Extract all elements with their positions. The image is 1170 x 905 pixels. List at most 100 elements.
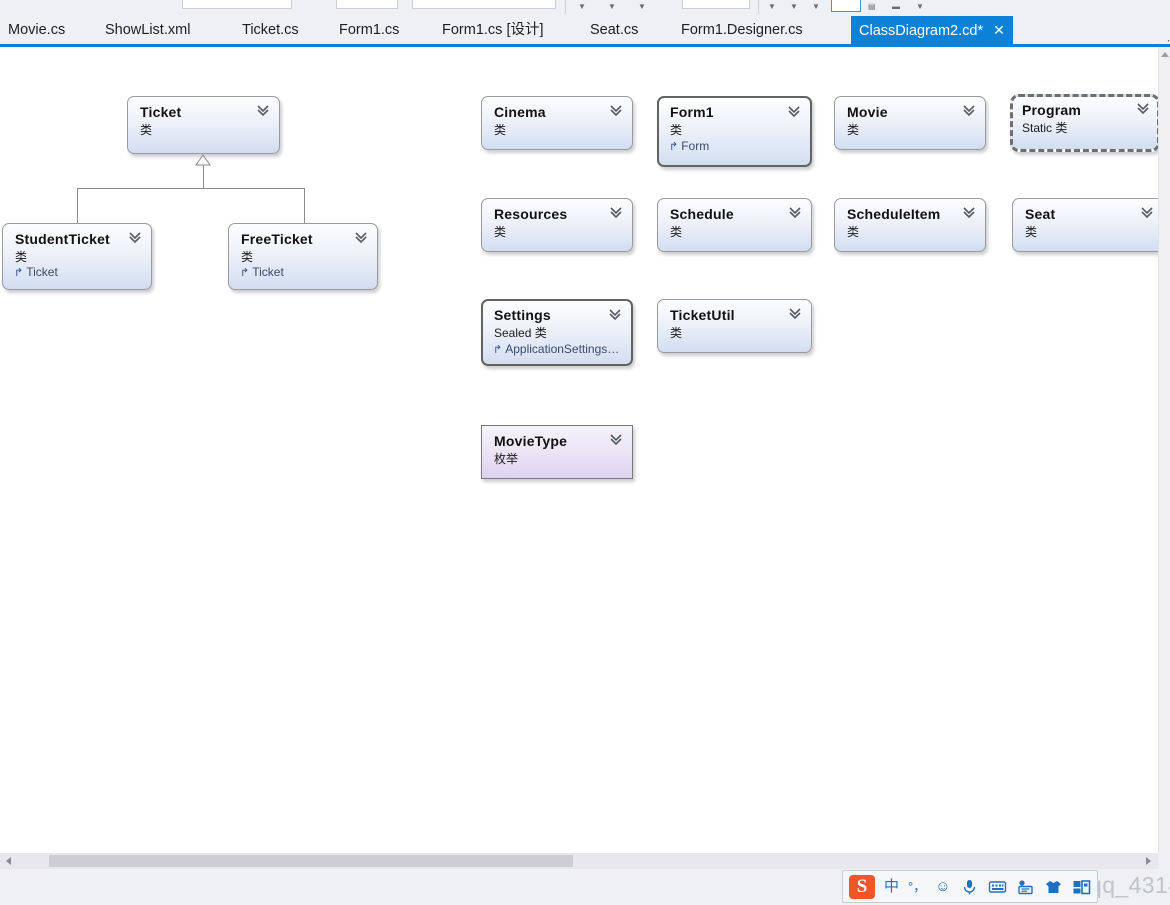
tab-form1-cs[interactable]: Form1.cs — [331, 16, 407, 44]
class-base-type: ↱ ApplicationSettings… — [493, 342, 619, 356]
inheritance-triangle-icon — [195, 154, 211, 166]
class-title: ScheduleItem — [847, 206, 941, 222]
chevron-down-icon[interactable] — [788, 205, 802, 219]
chevron-down-icon[interactable] — [787, 104, 801, 118]
chevron-down-icon[interactable] — [788, 306, 802, 320]
canvas-horizontal-scrollbar[interactable] — [0, 853, 1158, 869]
class-shape-freeticket[interactable]: FreeTicket 类 ↱ Ticket — [228, 223, 378, 290]
horizontal-scroll-thumb[interactable] — [49, 855, 573, 867]
class-base-type: ↱ Form — [669, 139, 709, 153]
toolbar-separator-1 — [565, 0, 566, 14]
chevron-down-icon[interactable] — [354, 230, 368, 244]
tab-label: ClassDiagram2.cd* — [859, 23, 984, 39]
scroll-left-icon[interactable] — [6, 857, 11, 865]
toolbar-dropdown-icon-6[interactable]: ▼ — [812, 2, 820, 12]
tab-form1-designer-cs[interactable]: Form1.Designer.cs — [673, 16, 811, 44]
ime-language-mode[interactable]: 中 — [884, 877, 899, 897]
class-title: Form1 — [670, 104, 714, 120]
scroll-right-icon[interactable] — [1146, 857, 1151, 865]
class-shape-movie[interactable]: Movie 类 — [834, 96, 986, 150]
toolbar-dropdown-icon-4[interactable]: ▼ — [768, 2, 776, 12]
toolbar-dropdown-icon-1[interactable]: ▼ — [578, 2, 586, 12]
class-title: StudentTicket — [15, 231, 110, 247]
class-shape-resources[interactable]: Resources 类 — [481, 198, 633, 252]
class-title: Seat — [1025, 206, 1056, 222]
class-shape-settings[interactable]: Settings Sealed 类 ↱ ApplicationSettings… — [481, 299, 633, 366]
toolbar-combo-4[interactable] — [682, 0, 750, 9]
class-shape-scheduleitem[interactable]: ScheduleItem 类 — [834, 198, 986, 252]
chevron-down-icon[interactable] — [962, 103, 976, 117]
class-shape-schedule[interactable]: Schedule 类 — [657, 198, 812, 252]
class-shape-form1[interactable]: Form1 类 ↱ Form — [657, 96, 812, 167]
class-shape-studentticket[interactable]: StudentTicket 类 ↱ Ticket — [2, 223, 152, 290]
scroll-up-icon[interactable] — [1161, 52, 1169, 57]
sogou-logo-icon[interactable]: S — [849, 874, 875, 899]
emoji-icon[interactable]: ☺ — [935, 877, 950, 897]
class-title: Ticket — [140, 104, 182, 120]
class-kind: 类 — [1025, 225, 1038, 239]
toolbar-separator-2 — [758, 0, 759, 14]
tab-movie-cs[interactable]: Movie.cs — [0, 16, 73, 44]
tab-label: Form1.Designer.cs — [681, 22, 803, 38]
toolbar-align-icon[interactable]: ▬ — [892, 2, 900, 12]
enum-shape-movietype[interactable]: MovieType 枚举 — [481, 425, 633, 479]
class-title: FreeTicket — [241, 231, 313, 247]
class-kind: 类 — [241, 250, 254, 264]
toolbar-zoom-field[interactable] — [831, 0, 861, 12]
toolbar-grid-icon[interactable]: ▤ — [868, 2, 876, 12]
toolbar-combo-1[interactable] — [182, 0, 292, 9]
toolbar-dropdown-icon-7[interactable]: ▼ — [916, 2, 924, 12]
enum-kind: 枚举 — [494, 452, 519, 466]
tab-label: Movie.cs — [8, 22, 66, 38]
tab-label: ShowList.xml — [105, 22, 191, 38]
skin-icon[interactable] — [1044, 878, 1063, 896]
class-shape-ticketutil[interactable]: TicketUtil 类 — [657, 299, 812, 353]
class-diagram-canvas[interactable]: Ticket 类 StudentTicket 类 ↱ Ticket FreeTic… — [0, 47, 1158, 853]
chevron-down-icon[interactable] — [609, 432, 623, 446]
class-base-type: ↱ Ticket — [240, 265, 284, 279]
chevron-down-icon[interactable] — [1136, 101, 1150, 115]
chevron-down-icon[interactable] — [609, 103, 623, 117]
chevron-down-icon[interactable] — [256, 103, 270, 117]
toolbar-combo-3[interactable] — [412, 0, 556, 9]
screenshot-icon[interactable] — [1016, 878, 1035, 896]
chevron-down-icon[interactable] — [1140, 205, 1154, 219]
close-icon[interactable]: ✕ — [993, 22, 1005, 38]
class-kind: 类 — [670, 123, 683, 137]
class-kind: 类 — [847, 225, 860, 239]
class-title: Program — [1022, 102, 1081, 118]
canvas-vertical-scrollbar[interactable] — [1158, 47, 1170, 853]
chevron-down-icon[interactable] — [128, 230, 142, 244]
ime-punctuation-mode[interactable]: °， — [908, 877, 926, 897]
class-title: Settings — [494, 307, 551, 323]
tab-seat-cs[interactable]: Seat.cs — [582, 16, 646, 44]
chevron-down-icon[interactable] — [609, 205, 623, 219]
toolbar-dropdown-icon-2[interactable]: ▼ — [608, 2, 616, 12]
keyboard-icon[interactable] — [988, 878, 1007, 896]
tab-form1-cs-design[interactable]: Form1.cs [设计] — [434, 16, 552, 44]
toolbar-combo-2[interactable] — [336, 0, 398, 9]
class-shape-cinema[interactable]: Cinema 类 — [481, 96, 633, 150]
toolbar-dropdown-icon-3[interactable]: ▼ — [638, 2, 646, 12]
toolbox-icon[interactable] — [1072, 878, 1091, 896]
toolbar-dropdown-icon-5[interactable]: ▼ — [790, 2, 798, 12]
tab-classdiagram2-cd[interactable]: ClassDiagram2.cd* ✕ — [851, 16, 1013, 44]
base-type-label: ApplicationSettings… — [505, 342, 620, 356]
tab-ticket-cs[interactable]: Ticket.cs — [234, 16, 307, 44]
mic-icon[interactable] — [960, 878, 979, 896]
enum-title: MovieType — [494, 433, 568, 449]
base-arrow-icon: ↱ — [669, 141, 679, 153]
tab-label: Seat.cs — [590, 22, 639, 38]
class-title: Movie — [847, 104, 888, 120]
class-kind: Static 类 — [1022, 121, 1068, 135]
chevron-down-icon[interactable] — [962, 205, 976, 219]
tab-showlist-xml[interactable]: ShowList.xml — [97, 16, 198, 44]
class-shape-ticket[interactable]: Ticket 类 — [127, 96, 280, 154]
class-shape-seat[interactable]: Seat 类 — [1012, 198, 1158, 252]
class-shape-program[interactable]: Program Static 类 — [1010, 94, 1158, 152]
vs-designer-window: ▼ ▼ ▼ ▼ ▼ ▼ ▤ ▬ ▼ Movie.cs ShowList.xml … — [0, 0, 1170, 905]
base-arrow-icon: ↱ — [493, 344, 503, 356]
ime-toolbar[interactable]: S 中 °， ☺ — [842, 870, 1098, 903]
class-title: Cinema — [494, 104, 546, 120]
chevron-down-icon[interactable] — [608, 307, 622, 321]
